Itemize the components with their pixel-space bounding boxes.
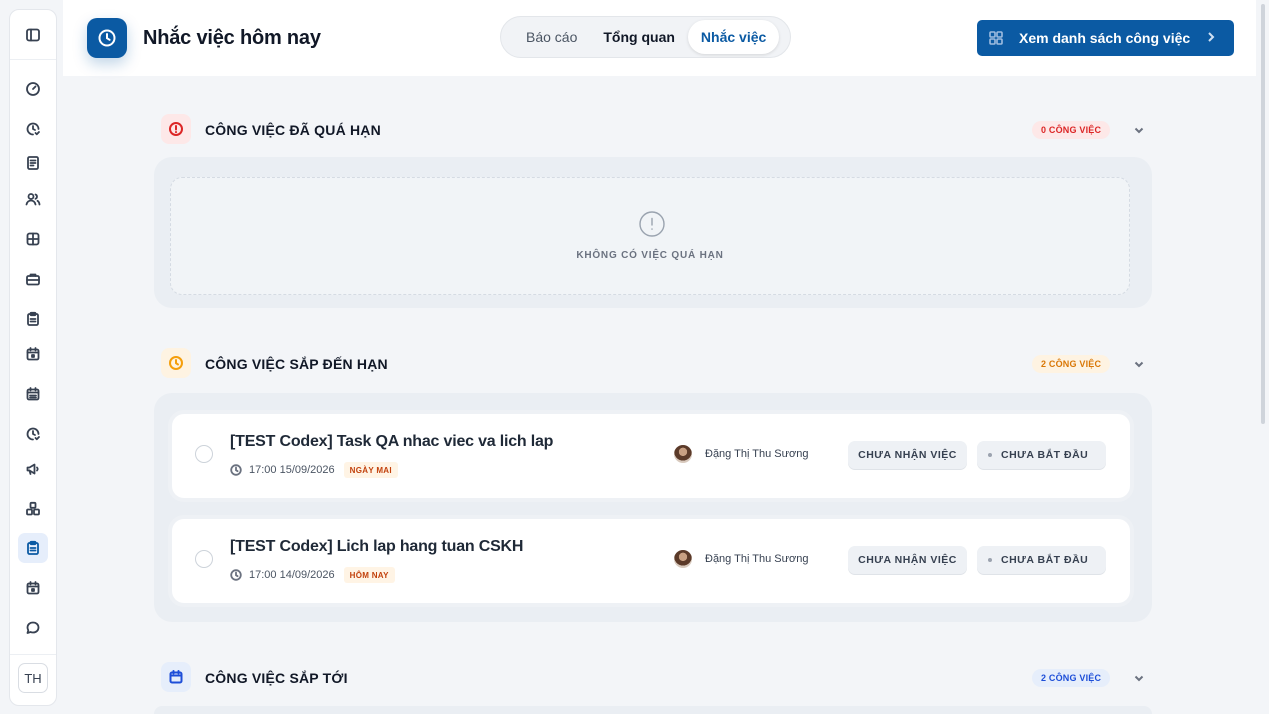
progress-status-label: CHƯA BẮT ĐẦU xyxy=(1001,554,1089,566)
task-due-time: 17:00 14/09/2026 xyxy=(249,569,335,581)
alert-circle-icon xyxy=(161,114,191,144)
task-checkbox[interactable] xyxy=(195,550,213,568)
view-task-list-button[interactable]: Xem danh sách công việc xyxy=(977,20,1234,56)
users-icon[interactable] xyxy=(18,184,48,214)
section-title: CÔNG VIỆC SẮP TỚI xyxy=(205,670,348,686)
clock-icon xyxy=(87,18,127,58)
task-count-badge: 2 CÔNG VIỆC xyxy=(1032,355,1111,373)
status-dot xyxy=(988,558,992,562)
cubes-icon[interactable] xyxy=(18,494,48,524)
task-meta: 17:00 15/09/2026 NGÀY MAI xyxy=(230,462,398,478)
clock-check-icon[interactable] xyxy=(18,419,48,449)
sidebar-toggle-icon[interactable] xyxy=(18,20,48,50)
accept-status-button[interactable]: CHƯA NHẬN VIỆC xyxy=(848,546,967,574)
calendar-icon[interactable] xyxy=(18,573,48,603)
tab-overview[interactable]: Tổng quan xyxy=(590,20,688,54)
sidebar-divider xyxy=(10,654,56,655)
clock-check-icon[interactable] xyxy=(18,114,48,144)
calendar-icon xyxy=(161,662,191,692)
layout-icon[interactable] xyxy=(18,224,48,254)
clipboard-icon[interactable] xyxy=(18,304,48,334)
tab-reminders[interactable]: Nhắc việc xyxy=(687,20,780,54)
alert-circle-icon xyxy=(638,210,666,238)
progress-status-label: CHƯA BẮT ĐẦU xyxy=(1001,449,1089,461)
accept-status-button[interactable]: CHƯA NHẬN VIỆC xyxy=(848,441,967,469)
section-header-due-soon[interactable]: CÔNG VIỆC SẮP ĐẾN HẠN 2 CÔNG VIỆC xyxy=(161,348,1151,378)
task-checkbox[interactable] xyxy=(195,445,213,463)
chevron-down-icon[interactable] xyxy=(1133,671,1145,683)
empty-state-text: KHÔNG CÓ VIỆC QUÁ HẠN xyxy=(576,250,724,261)
view-task-list-label: Xem danh sách công việc xyxy=(1019,30,1191,46)
task-row[interactable]: [TEST Codex] Lich lap hang tuan CSKH 17:… xyxy=(172,519,1130,603)
chat-icon[interactable] xyxy=(18,613,48,643)
calendar-icon[interactable] xyxy=(18,339,48,369)
clipboard-active-icon[interactable] xyxy=(18,533,48,563)
task-name[interactable]: [TEST Codex] Lich lap hang tuan CSKH xyxy=(230,538,523,556)
grid-icon xyxy=(989,31,1003,45)
section-title: CÔNG VIỆC ĐÃ QUÁ HẠN xyxy=(205,122,381,138)
progress-status-button[interactable]: CHƯA BẮT ĐẦU xyxy=(977,546,1106,574)
page-title: Nhắc việc hôm nay xyxy=(143,27,321,49)
empty-state: KHÔNG CÓ VIỆC QUÁ HẠN xyxy=(170,177,1130,295)
document-icon[interactable] xyxy=(18,148,48,178)
tab-reports[interactable]: Báo cáo xyxy=(513,20,590,54)
view-tabs: Báo cáo Tổng quan Nhắc việc xyxy=(500,16,791,58)
section-title: CÔNG VIỆC SẮP ĐẾN HẠN xyxy=(205,356,388,372)
section-header-upcoming[interactable]: CÔNG VIỆC SẮP TỚI 2 CÔNG VIỆC xyxy=(161,662,1151,692)
briefcase-icon[interactable] xyxy=(18,264,48,294)
assignee-name: Đặng Thị Thu Sương xyxy=(705,448,809,460)
chevron-right-icon xyxy=(1204,30,1218,44)
task-assignee: Đặng Thị Thu Sương xyxy=(674,445,808,463)
clock-icon xyxy=(161,348,191,378)
progress-status-button[interactable]: CHƯA BẮT ĐẦU xyxy=(977,441,1106,469)
task-row[interactable]: [TEST Codex] Task QA nhac viec va lich l… xyxy=(172,414,1130,498)
upcoming-panel xyxy=(154,706,1152,714)
chevron-down-icon[interactable] xyxy=(1133,357,1145,369)
scrollbar-thumb[interactable] xyxy=(1261,4,1265,424)
task-meta: 17:00 14/09/2026 HÔM NAY xyxy=(230,567,395,583)
sidebar: TH xyxy=(9,9,57,706)
page-scrollbar[interactable] xyxy=(1259,0,1267,714)
due-soon-panel: [TEST Codex] Task QA nhac viec va lich l… xyxy=(154,393,1152,622)
avatar xyxy=(674,445,692,463)
due-tag: NGÀY MAI xyxy=(343,462,398,478)
task-due-time: 17:00 15/09/2026 xyxy=(249,464,335,476)
clock-icon xyxy=(230,464,242,476)
assignee-name: Đặng Thị Thu Sương xyxy=(705,553,809,565)
user-avatar[interactable]: TH xyxy=(18,663,48,693)
avatar xyxy=(674,550,692,568)
status-dot xyxy=(988,453,992,457)
dashboard-gauge-icon[interactable] xyxy=(18,74,48,104)
sidebar-header xyxy=(10,10,56,60)
task-count-badge: 0 CÔNG VIỆC xyxy=(1032,121,1111,139)
overdue-panel: KHÔNG CÓ VIỆC QUÁ HẠN xyxy=(154,157,1152,308)
calendar-grid-icon[interactable] xyxy=(18,379,48,409)
section-header-overdue[interactable]: CÔNG VIỆC ĐÃ QUÁ HẠN 0 CÔNG VIỆC xyxy=(161,114,1151,144)
clock-icon xyxy=(230,569,242,581)
page-header: Nhắc việc hôm nay Báo cáo Tổng quan Nhắc… xyxy=(63,0,1256,76)
task-name[interactable]: [TEST Codex] Task QA nhac viec va lich l… xyxy=(230,433,553,451)
task-count-badge: 2 CÔNG VIỆC xyxy=(1032,669,1111,687)
due-tag: HÔM NAY xyxy=(343,567,395,583)
task-assignee: Đặng Thị Thu Sương xyxy=(674,550,808,568)
chevron-down-icon[interactable] xyxy=(1133,123,1145,135)
megaphone-icon[interactable] xyxy=(18,454,48,484)
